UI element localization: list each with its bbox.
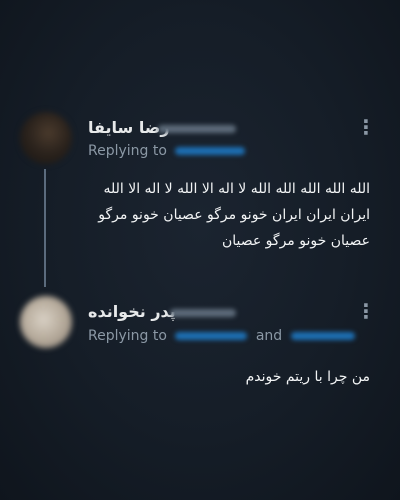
avatar[interactable] xyxy=(20,112,72,164)
mention-link-blurred[interactable] xyxy=(290,332,355,340)
replying-to-label: Replying to xyxy=(88,143,167,159)
avatar[interactable] xyxy=(20,296,72,348)
tweet-text-line: ایران ایران ایران خونو مرگو عصیان خونو م… xyxy=(98,207,370,223)
tweet-item[interactable]: پدر نخوانده ⋮ Replying to and من چرا با … xyxy=(0,292,400,402)
author-display-name[interactable]: پدر نخوانده xyxy=(88,302,176,321)
thread-connector-line xyxy=(44,169,46,287)
replying-to-line: Replying to and xyxy=(88,328,355,344)
replying-to-label: Replying to xyxy=(88,328,167,344)
more-options-icon[interactable]: ⋮ xyxy=(356,117,376,137)
more-options-icon[interactable]: ⋮ xyxy=(356,301,376,321)
author-handle-blurred[interactable] xyxy=(170,309,236,317)
tweet-item[interactable]: رضا سایفا ⋮ Replying to الله الله الله ا… xyxy=(0,112,400,292)
tweet-text: من چرا با ریتم خوندم xyxy=(80,364,370,390)
and-label: and xyxy=(255,328,283,344)
tweet-text-line: من چرا با ریتم خوندم xyxy=(245,369,370,385)
tweet-text: الله الله الله الله الله لا اله الا الله… xyxy=(80,176,370,254)
author-handle-blurred[interactable] xyxy=(158,125,236,133)
replying-to-line: Replying to xyxy=(88,143,246,159)
tweet-text-line: الله الله الله الله الله لا اله الا الله… xyxy=(103,181,370,197)
mention-link-blurred[interactable] xyxy=(175,332,248,340)
tweet-text-line: عصیان خونو مرگو عصیان xyxy=(221,233,370,249)
mention-link-blurred[interactable] xyxy=(175,147,246,155)
